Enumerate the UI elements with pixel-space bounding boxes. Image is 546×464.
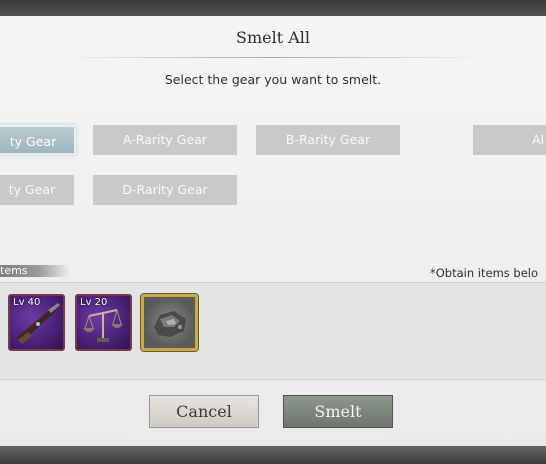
smelt-button[interactable]: Smelt: [283, 395, 393, 428]
dialog-instruction: Select the gear you want to smelt.: [164, 72, 382, 87]
musket-icon: [16, 303, 60, 344]
filter-c-rarity-gear[interactable]: ty Gear: [0, 175, 74, 205]
filter-d-rarity-gear[interactable]: D-Rarity Gear: [93, 175, 237, 205]
item-slot-1[interactable]: Lv 40: [8, 294, 65, 351]
scales-icon: [83, 309, 123, 342]
title-divider: [60, 57, 486, 58]
items-section-tag: tems: [0, 265, 70, 277]
filter-a-rarity-gear[interactable]: A-Rarity Gear: [93, 125, 237, 155]
filter-all-label: Al: [531, 132, 544, 147]
item-slot-3[interactable]: [141, 294, 198, 351]
filter-s-rarity-gear[interactable]: ty Gear: [0, 125, 76, 155]
ore-icon: [154, 311, 186, 337]
filter-b-rarity-gear[interactable]: B-Rarity Gear: [256, 125, 400, 155]
dialog-title: Smelt All: [235, 28, 311, 47]
smelt-all-dialog: Smelt All Select the gear you want to sm…: [0, 16, 546, 446]
filter-all-gear[interactable]: Al: [473, 125, 546, 155]
obtain-items-note: *Obtain items belo: [430, 266, 539, 280]
item-slot-2[interactable]: Lv 20: [75, 294, 132, 351]
background-bottom: [0, 446, 546, 464]
cancel-button[interactable]: Cancel: [149, 395, 259, 428]
